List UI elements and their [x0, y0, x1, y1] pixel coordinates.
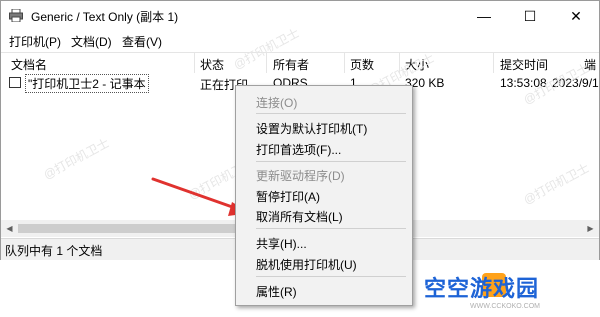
menu-separator [256, 228, 406, 229]
maximize-icon: ☐ [523, 7, 537, 24]
printer-icon [9, 9, 23, 22]
maximize-button[interactable]: ☐ [507, 1, 553, 31]
title-bar: Generic / Text Only (副本 1) — ☐ ✕ [1, 1, 599, 31]
menu-view[interactable]: 查看(V) [122, 33, 162, 50]
logo-text: 空空游戏园 [424, 276, 540, 301]
column-divider[interactable] [266, 53, 267, 73]
menu-item-offline[interactable]: 脱机使用打印机(U) [256, 256, 357, 273]
menu-item-properties[interactable]: 属性(R) [256, 283, 297, 300]
menu-item-pause[interactable]: 暂停打印(A) [256, 188, 320, 205]
menu-item-set-default[interactable]: 设置为默认打印机(T) [256, 120, 367, 137]
job-name: "打印机卫士2 - 记事本 [25, 74, 149, 93]
document-icon [9, 77, 21, 88]
job-date: 2023/9/1 [552, 76, 599, 90]
col-port[interactable]: 端 [584, 56, 596, 73]
minimize-icon: — [477, 8, 491, 24]
close-button[interactable]: ✕ [553, 1, 599, 31]
site-logo: 空空游戏园 WWW.CCKOKO.COM [424, 268, 600, 317]
col-size[interactable]: 大小 [405, 56, 429, 73]
col-submitted[interactable]: 提交时间 [500, 56, 548, 73]
queue-status: 队列中有 1 个文档 [5, 244, 103, 258]
menu-item-preferences[interactable]: 打印首选项(F)... [256, 141, 341, 158]
job-time: 13:53:08 [500, 76, 547, 90]
menu-separator [256, 276, 406, 277]
column-divider[interactable] [493, 53, 494, 73]
menu-item-share[interactable]: 共享(H)... [256, 235, 307, 252]
menu-item-cancel-all[interactable]: 取消所有文档(L) [256, 208, 343, 225]
menu-bar: 打印机(P) 文档(D) 查看(V) [1, 31, 599, 51]
scroll-left-icon[interactable]: ◀ [1, 220, 18, 237]
menu-document[interactable]: 文档(D) [71, 33, 112, 50]
column-divider[interactable] [399, 53, 400, 73]
menu-item-connect[interactable]: 连接(O) [256, 94, 297, 111]
col-document-name[interactable]: 文档名 [11, 56, 47, 73]
minimize-button[interactable]: — [461, 1, 507, 31]
window-title: Generic / Text Only (副本 1) [31, 10, 179, 24]
column-header: 文档名 状态 所有者 页数 大小 提交时间 端 [1, 52, 599, 73]
context-menu: 连接(O) 设置为默认打印机(T) 打印首选项(F)... 更新驱动程序(D) … [235, 85, 413, 306]
menu-printer[interactable]: 打印机(P) [9, 33, 61, 50]
column-divider[interactable] [344, 53, 345, 73]
col-pages[interactable]: 页数 [350, 56, 374, 73]
col-owner[interactable]: 所有者 [273, 56, 309, 73]
close-icon: ✕ [570, 7, 582, 24]
col-status[interactable]: 状态 [200, 56, 224, 73]
logo-url: WWW.CCKOKO.COM [470, 303, 540, 310]
menu-separator [256, 113, 406, 114]
menu-item-update-driver[interactable]: 更新驱动程序(D) [256, 167, 345, 184]
scroll-right-icon[interactable]: ▶ [582, 220, 599, 237]
menu-separator [256, 161, 406, 162]
column-divider[interactable] [194, 53, 195, 73]
